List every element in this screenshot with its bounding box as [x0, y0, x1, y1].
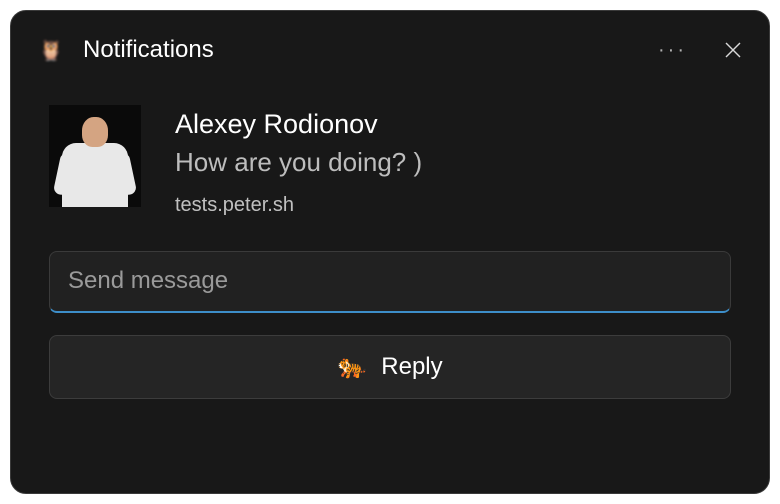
message-text: How are you doing? ): [175, 146, 422, 180]
message-input[interactable]: [49, 251, 731, 313]
close-icon[interactable]: [723, 40, 743, 60]
notification-header: 🦉 Notifications ···: [11, 11, 769, 83]
reply-button-label: Reply: [381, 353, 442, 381]
app-icon: 🦉: [37, 36, 65, 64]
reply-icon: 🐅: [337, 355, 367, 379]
reply-button[interactable]: 🐅 Reply: [49, 335, 731, 399]
header-actions: ···: [658, 40, 743, 60]
message-info: Alexey Rodionov How are you doing? ) tes…: [175, 105, 422, 217]
notification-card: 🦉 Notifications ··· Alexey Rodionov How …: [10, 10, 770, 494]
button-area: 🐅 Reply: [11, 313, 769, 399]
avatar: [49, 105, 141, 207]
source-text: tests.peter.sh: [175, 194, 422, 217]
notification-content: Alexey Rodionov How are you doing? ) tes…: [11, 83, 769, 223]
header-title: Notifications: [83, 36, 658, 64]
more-icon[interactable]: ···: [658, 40, 687, 60]
sender-name: Alexey Rodionov: [175, 107, 422, 142]
input-area: [11, 223, 769, 313]
